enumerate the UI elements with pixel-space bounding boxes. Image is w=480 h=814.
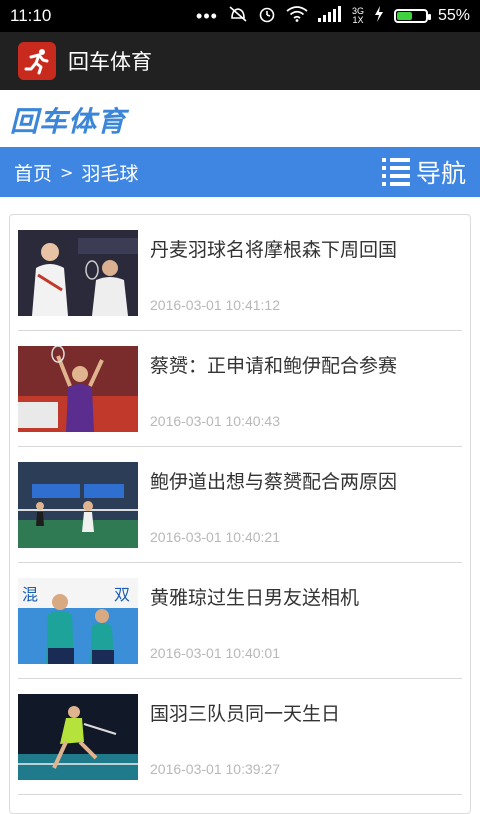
article-thumbnail: 混 双 bbox=[18, 578, 138, 664]
article-title: 国羽三队员同一天生日 bbox=[150, 703, 341, 725]
navigation-menu-button[interactable]: 导航 bbox=[381, 154, 466, 190]
app-title: 回车体育 bbox=[68, 50, 152, 74]
alarm-icon bbox=[258, 5, 276, 27]
breadcrumb-bar: 首页 > 羽毛球 导航 bbox=[0, 147, 480, 197]
article-title: 鲍伊道出想与蔡赟配合两原因 bbox=[150, 471, 398, 493]
article-title: 蔡赟：正申请和鲍伊配合参赛 bbox=[150, 355, 398, 377]
signal-icon bbox=[317, 6, 342, 26]
battery-icon bbox=[393, 9, 431, 23]
list-menu-icon bbox=[381, 158, 410, 186]
brand-logo-text[interactable]: 回车体育 bbox=[10, 100, 126, 140]
list-item[interactable]: 鲍伊道出想与蔡赟配合两原因 2016-03-01 10:40:21 bbox=[18, 447, 462, 563]
article-date: 2016-03-01 10:40:43 bbox=[150, 413, 280, 429]
breadcrumb: 首页 > 羽毛球 bbox=[14, 159, 138, 186]
navigation-menu-label: 导航 bbox=[415, 159, 466, 188]
article-title: 黄雅琼过生日男友送相机 bbox=[150, 587, 360, 609]
list-item[interactable]: 丹麦羽球名将摩根森下周回国 2016-03-01 10:41:12 bbox=[18, 215, 462, 331]
status-time: 11:10 bbox=[10, 6, 52, 25]
article-date: 2016-03-01 10:39:27 bbox=[150, 761, 280, 777]
breadcrumb-separator: > bbox=[60, 162, 74, 182]
article-list: 丹麦羽球名将摩根森下周回国 2016-03-01 10:41:12 蔡赟：正申请… bbox=[9, 214, 471, 814]
wifi-icon bbox=[286, 6, 308, 26]
article-thumbnail bbox=[18, 694, 138, 780]
article-title: 丹麦羽球名将摩根森下周回国 bbox=[150, 239, 398, 261]
list-item[interactable]: 混 双 黄雅琼过生日男友送相机 2016-03-01 10:40:01 bbox=[18, 563, 462, 679]
article-date: 2016-03-01 10:40:21 bbox=[150, 529, 280, 545]
article-thumbnail bbox=[18, 346, 138, 432]
breadcrumb-current: 羽毛球 bbox=[81, 162, 139, 185]
svg-text:混: 混 bbox=[22, 585, 38, 604]
battery-level bbox=[396, 12, 413, 20]
list-item[interactable]: 蔡赟：正申请和鲍伊配合参赛 2016-03-01 10:40:43 bbox=[18, 331, 462, 447]
charging-icon bbox=[374, 6, 384, 26]
status-bar: 11:10 ••• 3G 1X 55% bbox=[0, 0, 480, 32]
article-thumbnail bbox=[18, 462, 138, 548]
article-date: 2016-03-01 10:41:12 bbox=[150, 297, 280, 313]
network-type: 3G 1X bbox=[352, 7, 364, 25]
battery-percent: 55% bbox=[437, 7, 470, 24]
list-item[interactable]: 国羽三队员同一天生日 2016-03-01 10:39:27 bbox=[18, 679, 462, 795]
article-date: 2016-03-01 10:40:01 bbox=[150, 645, 280, 661]
svg-text:双: 双 bbox=[114, 585, 130, 604]
article-thumbnail bbox=[18, 230, 138, 316]
app-bar: 回车体育 bbox=[0, 32, 480, 90]
app-logo-icon bbox=[18, 42, 56, 80]
mute-icon bbox=[228, 5, 248, 27]
status-icons: ••• 3G 1X 55% bbox=[196, 5, 470, 27]
network-bottom-label: 1X bbox=[352, 15, 364, 25]
breadcrumb-home-link[interactable]: 首页 bbox=[14, 159, 52, 186]
more-notifications-icon: ••• bbox=[196, 6, 218, 26]
